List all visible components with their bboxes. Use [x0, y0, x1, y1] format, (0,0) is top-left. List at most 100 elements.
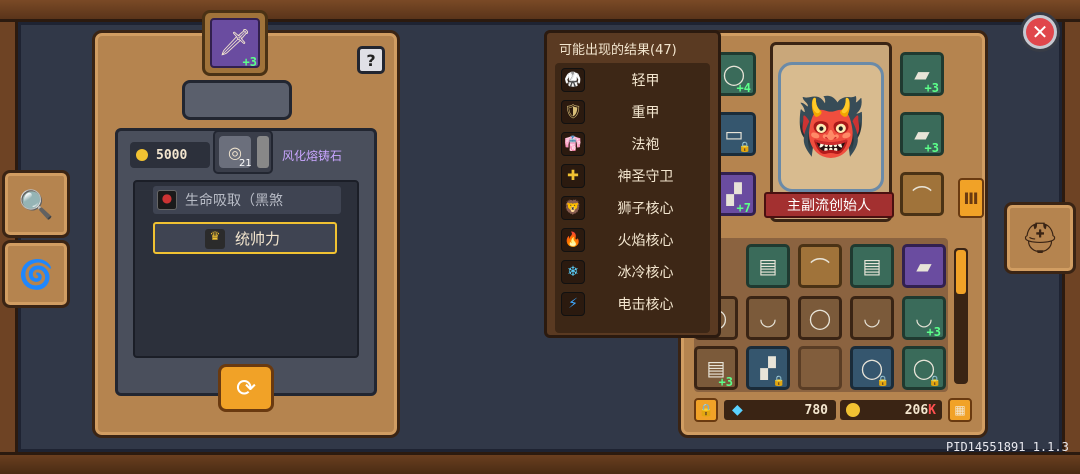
leadership-icon: ♛	[205, 229, 225, 249]
result-item[interactable]: ❄ 冰冷核心	[561, 258, 706, 286]
gold-value-wrap: 206K	[905, 403, 936, 418]
result-label: 重甲	[631, 105, 660, 121]
lion-core-icon: 🦁	[561, 196, 585, 220]
gem-value: 780	[804, 402, 828, 418]
equip-slot-6[interactable]: ⌒	[900, 172, 944, 216]
possible-results-popup: 可能出现的结果(47) 🥋 轻甲 🛡 重甲 👘 法袍 ✚ 神圣守卫 🦁 狮子核心…	[544, 30, 721, 338]
amulet-icon: ◡	[863, 306, 881, 330]
stone-name: 风化熔铸石	[282, 149, 343, 163]
inv-slot-4[interactable]: ▰	[902, 244, 946, 288]
grid-icon: ▦	[954, 403, 966, 417]
bow-icon: ⌒	[810, 255, 830, 280]
sort-button[interactable]: ▦	[948, 398, 972, 422]
gem-counter: ◆ 780	[724, 400, 836, 420]
reroll-button[interactable]: ⟳	[218, 364, 274, 412]
gold-suffix: K	[928, 402, 936, 418]
robe-icon: 👘	[561, 132, 585, 156]
gem-icon: ◆	[732, 402, 743, 418]
result-label: 狮子核心	[617, 201, 674, 217]
stone-slot[interactable]: ◎ 21	[213, 130, 273, 174]
inv-slot-8[interactable]: ◡	[850, 296, 894, 340]
holy-guard-icon: ✚	[561, 164, 585, 188]
magnifier-icon: 🔍	[18, 187, 54, 221]
effect-label-1: 生命吸取（黑煞	[185, 193, 283, 209]
effect-row-1[interactable]: ● 生命吸取（黑煞	[153, 186, 341, 214]
inv-slot-2[interactable]: ⌒	[798, 244, 842, 288]
weapon-pedestal	[182, 80, 292, 120]
inv-slot-7[interactable]: ◯	[798, 296, 842, 340]
wood-frame-bottom	[0, 452, 1080, 474]
inv-slot-13[interactable]: ◯ 🔒	[850, 346, 894, 390]
stone-toggle[interactable]	[257, 136, 269, 168]
inv-slot-9[interactable]: ◡ +3	[902, 296, 946, 340]
tab-equipment[interactable]: ⛑	[1004, 202, 1076, 274]
result-label: 法袍	[631, 137, 660, 153]
result-item[interactable]: 👘 法袍	[561, 130, 706, 158]
demon-knight-icon: 👹	[796, 95, 866, 160]
shock-core-icon: ⚡	[561, 292, 585, 316]
inventory-scrollbar[interactable]	[954, 248, 968, 384]
fire-core-icon: 🔥	[561, 228, 585, 252]
result-item[interactable]: 🦁 狮子核心	[561, 194, 706, 222]
version-label: PID14551891 1.1.3	[946, 440, 1069, 454]
amulet-icon: ◡	[759, 306, 777, 330]
helmet-icon: ⛑	[1020, 220, 1060, 256]
result-item[interactable]: ⚡ 电击核心	[561, 290, 706, 318]
result-item[interactable]: 🥋 轻甲	[561, 66, 706, 94]
inv-slot-12[interactable]	[798, 346, 842, 390]
result-item[interactable]: 🛡 重甲	[561, 98, 706, 126]
character-name-banner: 主副流创始人	[764, 192, 894, 218]
bow-icon: ⌒	[912, 183, 932, 208]
result-item[interactable]: 🔥 火焰核心	[561, 226, 706, 254]
gold-coin-icon	[136, 149, 148, 161]
tab-search[interactable]: 🔍	[2, 170, 70, 238]
refresh-icon: ⟳	[235, 374, 257, 402]
character-name: 主副流创始人	[787, 198, 871, 214]
close-icon: ✕	[1031, 20, 1049, 44]
character-portrait[interactable]: 👹	[778, 62, 884, 192]
book-icon: ▤	[862, 254, 882, 278]
lock-icon: 🔒	[698, 403, 714, 417]
result-label: 电击核心	[617, 297, 674, 313]
inv-slot-14[interactable]: ◯ 🔒	[902, 346, 946, 390]
effect-row-2[interactable]: ♛ 统帅力	[153, 222, 337, 254]
gold-cost-value: 5000	[156, 147, 188, 163]
inv-slot-11[interactable]: ▞ 🔒	[746, 346, 790, 390]
scroll-thumb[interactable]	[956, 250, 966, 294]
gold-value: 206	[904, 402, 929, 418]
gold-cost: 5000	[130, 142, 210, 168]
popup-title: 可能出现的结果(47)	[559, 43, 677, 58]
ice-core-icon: ❄	[561, 260, 585, 284]
stone-count: 21	[239, 158, 252, 169]
inv-slot-3[interactable]: ▤	[850, 244, 894, 288]
effect-label-2: 统帅力	[235, 229, 281, 248]
lock-button[interactable]: 🔒	[694, 398, 718, 422]
equip-slot-5[interactable]: ▰ +3	[900, 112, 944, 156]
close-button[interactable]: ✕	[1020, 12, 1060, 52]
tab-craft[interactable]: 🌀	[2, 240, 70, 308]
equip-slot-4[interactable]: ▰ +3	[900, 52, 944, 96]
expand-button[interactable]: Ⅲ	[958, 178, 984, 218]
result-label: 冰冷核心	[617, 265, 674, 281]
gauntlet-icon: ▰	[916, 254, 932, 278]
help-button[interactable]: ?	[357, 46, 385, 74]
inv-slot-1[interactable]: ▤	[746, 244, 790, 288]
book-icon: ▤	[758, 254, 778, 278]
upgrade-level: +3	[242, 55, 257, 69]
result-label: 火焰核心	[617, 233, 674, 249]
inv-slot-6[interactable]: ◡	[746, 296, 790, 340]
ring-icon: ◯	[808, 306, 832, 330]
result-label: 神圣守卫	[617, 169, 674, 185]
swirl-icon: 🌀	[18, 257, 54, 291]
wood-frame-top	[0, 0, 1080, 22]
light-armor-icon: 🥋	[561, 68, 585, 92]
popup-list: 🥋 轻甲 🛡 重甲 👘 法袍 ✚ 神圣守卫 🦁 狮子核心 🔥 火焰核心 ❄ 冰冷…	[555, 63, 710, 333]
spear-icon: 🗡	[218, 28, 252, 58]
inv-slot-10[interactable]: ▤ +3	[694, 346, 738, 390]
result-item[interactable]: ✚ 神圣守卫	[561, 162, 706, 190]
heavy-armor-icon: 🛡	[561, 100, 585, 124]
bars-icon: Ⅲ	[963, 188, 979, 208]
gold-coin-icon	[846, 403, 860, 417]
blood-orb-icon: ●	[157, 190, 177, 210]
weapon-slot[interactable]: 🗡 +3	[202, 10, 268, 76]
